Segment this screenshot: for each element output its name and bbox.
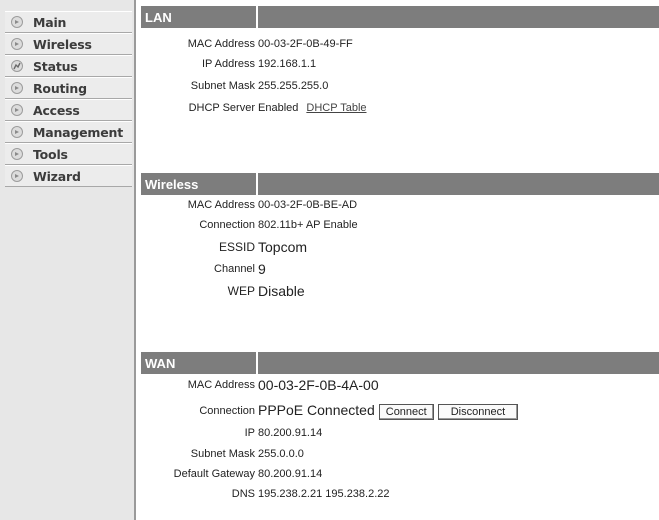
sidebar-item-label: Tools	[33, 146, 68, 162]
sidebar-item-routing[interactable]: Routing	[5, 77, 132, 99]
wan-dns-label: DNS	[231, 488, 255, 500]
sidebar-item-label: Wireless	[33, 36, 92, 52]
wan-ip-value: 80.200.91.14	[258, 427, 323, 439]
wan-connection-label: Connection	[199, 405, 255, 417]
sidebar-item-wireless[interactable]: Wireless	[5, 33, 132, 55]
wan-dns-value: 195.238.2.21 195.238.2.22	[258, 488, 390, 500]
lan-mac-value: 00-03-2F-0B-49-FF	[258, 38, 353, 50]
wireless-essid-row: ESSID Topcom	[141, 237, 659, 257]
sidebar-item-label: Access	[33, 102, 80, 118]
wan-title: WAN	[141, 352, 258, 374]
wireless-section-header: Wireless	[141, 173, 659, 195]
lan-dhcp-cell: Enabled DHCP Table	[257, 102, 367, 114]
wan-connection-value: PPPoE Connected	[258, 402, 375, 418]
bullet-icon	[11, 148, 23, 160]
sidebar-item-label: Main	[33, 14, 67, 30]
bullet-icon	[11, 82, 23, 94]
wireless-title: Wireless	[141, 173, 258, 195]
bullet-icon	[11, 170, 23, 182]
wireless-mac-row: MAC Address 00-03-2F-0B-BE-AD	[141, 195, 659, 215]
wireless-essid-label: ESSID	[218, 240, 255, 254]
wan-mask-row: Subnet Mask 255.0.0.0	[141, 444, 659, 464]
lan-dhcp-row: DHCP Server Enabled DHCP Table	[141, 98, 659, 118]
sidebar-item-tools[interactable]: Tools	[5, 143, 132, 165]
sidebar-item-label: Management	[33, 124, 124, 140]
lan-title: LAN	[141, 6, 258, 28]
wireless-channel-row: Channel 9	[141, 259, 659, 279]
lan-dhcp-label: DHCP Server	[188, 102, 255, 114]
bullet-icon	[11, 104, 23, 116]
lan-ip-row: IP Address 192.168.1.1	[141, 54, 659, 74]
wan-gateway-label: Default Gateway	[173, 468, 255, 480]
wan-mac-label: MAC Address	[187, 379, 255, 391]
wan-mac-value: 00-03-2F-0B-4A-00	[258, 377, 379, 393]
lan-section-header: LAN	[141, 6, 659, 28]
sidebar-item-wizard[interactable]: Wizard	[5, 165, 132, 187]
sidebar-item-main[interactable]: Main	[5, 11, 132, 33]
lan-dhcp-value: Enabled	[258, 102, 299, 114]
disconnect-button[interactable]: Disconnect	[437, 404, 519, 420]
lan-mac-row: MAC Address 00-03-2F-0B-49-FF	[141, 34, 659, 54]
lan-mask-value: 255.255.255.0	[258, 80, 329, 92]
wireless-connection-label: Connection	[199, 219, 255, 231]
wan-mask-value: 255.0.0.0	[258, 448, 304, 460]
wireless-wep-row: WEP Disable	[141, 281, 659, 301]
wireless-wep-label: WEP	[227, 284, 255, 298]
wan-connection-cell: PPPoE Connected Connect Disconnect	[257, 402, 519, 420]
lan-mask-label: Subnet Mask	[190, 80, 255, 92]
sidebar-item-label: Wizard	[33, 168, 81, 184]
wan-mask-label: Subnet Mask	[190, 448, 255, 460]
bullet-icon	[11, 126, 23, 138]
wireless-essid-value: Topcom	[258, 239, 308, 255]
wireless-mac-label: MAC Address	[187, 199, 255, 211]
sidebar-item-label: Routing	[33, 80, 87, 96]
wan-section-header: WAN	[141, 352, 659, 374]
wireless-mac-value: 00-03-2F-0B-BE-AD	[258, 199, 358, 211]
bullet-icon	[11, 16, 23, 28]
sidebar-nav: Main Wireless Status Routing Access Mana…	[5, 11, 132, 187]
wireless-connection-value: 802.11b+ AP Enable	[258, 219, 358, 231]
sidebar-item-label: Status	[33, 58, 78, 74]
wan-connection-row: Connection PPPoE Connected Connect Disconn…	[141, 400, 659, 422]
sidebar-item-management[interactable]: Management	[5, 121, 132, 143]
lan-ip-label: IP Address	[202, 58, 255, 70]
lan-mac-label: MAC Address	[187, 38, 255, 50]
wan-gateway-value: 80.200.91.14	[258, 468, 323, 480]
wan-mac-row: MAC Address 00-03-2F-0B-4A-00	[141, 375, 659, 395]
dhcp-table-link[interactable]: DHCP Table	[306, 102, 366, 114]
wan-ip-label: IP	[244, 427, 255, 439]
lan-mask-row: Subnet Mask 255.255.255.0	[141, 76, 659, 96]
sidebar: Main Wireless Status Routing Access Mana…	[0, 0, 136, 520]
wireless-channel-value: 9	[258, 261, 266, 277]
wireless-wep-value: Disable	[258, 283, 305, 299]
sidebar-item-status[interactable]: Status	[5, 55, 132, 77]
wireless-connection-row: Connection 802.11b+ AP Enable	[141, 215, 659, 235]
bullet-icon	[11, 38, 23, 50]
lan-ip-value: 192.168.1.1	[258, 58, 317, 70]
wan-gateway-row: Default Gateway 80.200.91.14	[141, 464, 659, 484]
sidebar-item-access[interactable]: Access	[5, 99, 132, 121]
connect-button[interactable]: Connect	[378, 404, 434, 420]
wan-ip-row: IP 80.200.91.14	[141, 423, 659, 443]
status-icon	[11, 60, 23, 72]
wan-dns-row: DNS 195.238.2.21 195.238.2.22	[141, 484, 659, 504]
wireless-channel-label: Channel	[214, 263, 255, 275]
